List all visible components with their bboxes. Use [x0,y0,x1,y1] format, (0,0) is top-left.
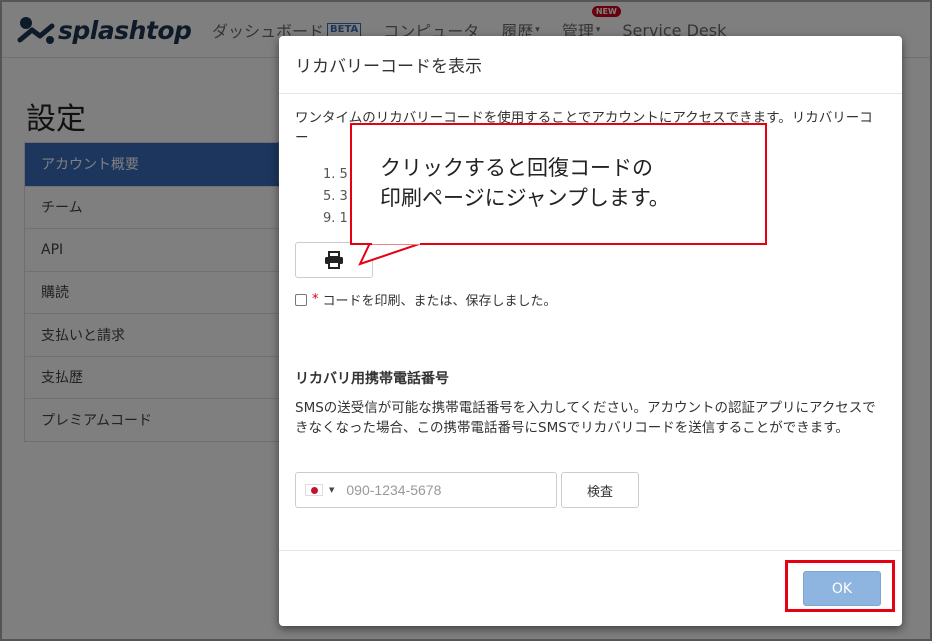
verify-button[interactable]: 検査 [561,472,639,508]
recovery-code-list: 1. 5 5. 3 9. 1 [323,164,348,230]
sms-description: SMSの送受信が可能な携帯電話番号を入力してください。アカウントの認証アプリにア… [295,400,876,436]
print-confirm-row: * コードを印刷、または、保存しました。 [295,290,557,309]
screenshot-frame: splashtop ダッシュボード BETA コンピュータ 履歴 ▾ NEW 管… [0,0,932,641]
printer-icon [325,251,343,269]
callout-line-1: クリックすると回復コードの [380,156,653,180]
print-button[interactable] [295,242,373,278]
sms-section-title: リカバリ用携帯電話番号 [295,371,449,387]
callout-text: クリックすると回復コードの 印刷ページにジャンプします。 [380,153,670,213]
required-mark: * [312,292,319,307]
print-confirm-checkbox[interactable] [295,293,307,306]
recovery-code-item: 9. 1 [323,211,348,226]
annotation-callout: クリックすると回復コードの 印刷ページにジャンプします。 [350,123,767,245]
ok-button-highlight [785,560,895,612]
phone-number-input[interactable] [346,482,537,498]
japan-flag-icon[interactable] [305,484,323,496]
print-confirm-label[interactable]: コードを印刷、または、保存しました。 [323,290,557,309]
recovery-code-item: 5. 3 [323,189,348,204]
callout-line-2: 印刷ページにジャンプします。 [380,186,670,210]
recovery-code-item: 1. 5 [323,167,348,182]
phone-field: ▼ [295,472,557,508]
modal-title: リカバリーコードを表示 [279,36,902,94]
country-dropdown-caret-icon[interactable]: ▼ [329,486,334,494]
